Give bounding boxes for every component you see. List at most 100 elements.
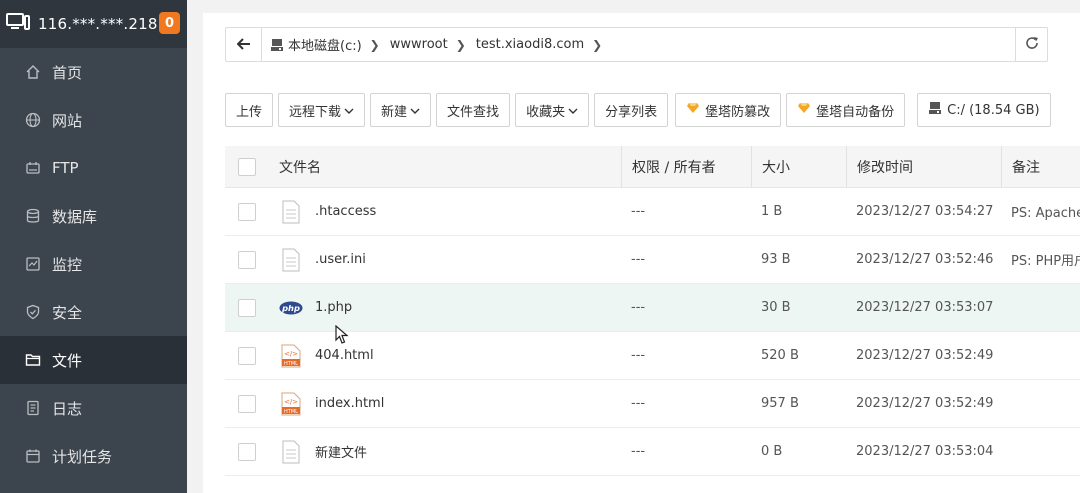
refresh-icon [1024, 35, 1040, 55]
computer-icon [6, 12, 30, 36]
file-name[interactable]: 1.php [315, 300, 352, 315]
table-row[interactable]: .htaccess --- 1 B 2023/12/27 03:54:27 PS… [225, 188, 1080, 236]
svg-text:php: php [281, 302, 300, 312]
sidebar-item-monitor[interactable]: 监控 [0, 240, 187, 288]
chevron-down-icon [344, 103, 354, 118]
sidebar-item-cron[interactable]: 计划任务 [0, 432, 187, 480]
file-name[interactable]: 新建文件 [315, 442, 367, 461]
table-header: 文件名 权限 / 所有者 大小 修改时间 备注 [225, 145, 1080, 188]
new-button[interactable]: 新建 [370, 93, 432, 127]
file-note[interactable]: PS: Apache用 [1001, 202, 1080, 221]
table-row[interactable]: .user.ini --- 93 B 2023/12/27 03:52:46 P… [225, 236, 1080, 284]
row-checkbox[interactable] [238, 442, 256, 461]
database-icon [24, 207, 42, 225]
breadcrumb-drive[interactable]: 本地磁盘(c:) [270, 35, 362, 54]
file-mtime: 2023/12/27 03:52:49 [856, 348, 994, 363]
sidebar-item-websites[interactable]: 网站 [0, 96, 187, 144]
text-file-icon [279, 247, 303, 273]
file-table: 文件名 权限 / 所有者 大小 修改时间 备注 .htaccess --- 1 … [225, 145, 1080, 476]
back-button[interactable] [226, 28, 262, 61]
monitor-icon [24, 255, 42, 273]
svg-text:HTML: HTML [284, 409, 298, 415]
file-size: 93 B [761, 252, 791, 267]
header-note: 备注 [1001, 145, 1080, 188]
file-perm[interactable]: --- [621, 444, 751, 459]
sidebar-item-database[interactable]: 数据库 [0, 192, 187, 240]
disk-button[interactable]: C:/ (18.54 GB) [917, 93, 1051, 127]
folder-icon [24, 351, 42, 369]
file-size: 0 B [761, 444, 783, 459]
table-row[interactable]: php 1.php --- 30 B 2023/12/27 03:53:07 [225, 284, 1080, 332]
sidebar-item-label: 网站 [52, 111, 83, 130]
table-row[interactable]: 新建文件 --- 0 B 2023/12/27 03:53:04 [225, 428, 1080, 476]
file-mtime: 2023/12/27 03:54:27 [856, 204, 994, 219]
chevron-right-icon: ❯ [455, 37, 466, 52]
remote-download-button[interactable]: 远程下载 [278, 93, 366, 127]
file-perm[interactable]: --- [621, 396, 751, 411]
table-row[interactable]: </> HTML 404.html --- 520 B 2023/12/27 03… [225, 332, 1080, 380]
header-mtime[interactable]: 修改时间 [846, 145, 1001, 188]
path-bar: 本地磁盘(c:) ❯ wwwroot ❯ test.xiaodi8.com ❯ [225, 27, 1048, 62]
row-checkbox[interactable] [238, 298, 256, 317]
file-perm[interactable]: --- [621, 204, 751, 219]
row-checkbox[interactable] [238, 250, 256, 269]
file-name[interactable]: .htaccess [315, 204, 376, 219]
sidebar-item-label: 安全 [52, 303, 83, 322]
header-size[interactable]: 大小 [751, 145, 846, 188]
sidebar-item-label: 首页 [52, 63, 83, 82]
row-checkbox[interactable] [238, 394, 256, 413]
file-perm[interactable]: --- [621, 348, 751, 363]
share-list-button[interactable]: 分享列表 [594, 93, 669, 127]
header-name[interactable]: 文件名 [269, 157, 621, 177]
file-size: 30 B [761, 300, 791, 315]
file-name[interactable]: index.html [315, 396, 384, 411]
table-row[interactable]: </> HTML index.html --- 957 B 2023/12/27 … [225, 380, 1080, 428]
file-name[interactable]: 404.html [315, 348, 374, 363]
breadcrumb: 本地磁盘(c:) ❯ wwwroot ❯ test.xiaodi8.com ❯ [262, 35, 1015, 54]
text-file-icon [279, 439, 303, 465]
svg-text:</>: </> [284, 350, 298, 358]
file-perm[interactable]: --- [621, 252, 751, 267]
calendar-icon [24, 447, 42, 465]
svg-text:</>: </> [284, 398, 298, 406]
html-file-icon: </> HTML [279, 343, 303, 369]
file-mtime: 2023/12/27 03:53:04 [856, 444, 994, 459]
sidebar-item-files[interactable]: 文件 [0, 336, 187, 384]
chevron-right-icon: ❯ [592, 37, 603, 52]
html-file-icon: </> HTML [279, 391, 303, 417]
file-toolbar: 上传 远程下载 新建 文件查找 收藏夹 分享列表 堡塔防篡改 堡塔自动备份 C:… [225, 93, 1056, 127]
file-perm[interactable]: --- [621, 300, 751, 315]
sidebar-item-security[interactable]: 安全 [0, 288, 187, 336]
file-mtime: 2023/12/27 03:52:46 [856, 252, 994, 267]
tamper-proof-button[interactable]: 堡塔防篡改 [675, 93, 782, 127]
header-perm[interactable]: 权限 / 所有者 [621, 145, 751, 188]
chevron-down-icon [568, 103, 578, 118]
log-icon [24, 399, 42, 417]
svg-text:HTML: HTML [284, 361, 298, 367]
sidebar-item-label: 日志 [52, 399, 83, 418]
file-mtime: 2023/12/27 03:53:07 [856, 300, 994, 315]
select-all-checkbox[interactable] [238, 157, 256, 176]
file-search-button[interactable]: 文件查找 [436, 93, 511, 127]
row-checkbox[interactable] [238, 346, 256, 365]
breadcrumb-wwwroot[interactable]: wwwroot [390, 37, 448, 52]
disk-icon [270, 38, 284, 52]
upload-button[interactable]: 上传 [225, 93, 274, 127]
auto-backup-button[interactable]: 堡塔自动备份 [786, 93, 906, 127]
sidebar-item-logs[interactable]: 日志 [0, 384, 187, 432]
php-file-icon: php [279, 295, 303, 321]
chevron-down-icon [410, 103, 420, 118]
sidebar-item-home[interactable]: 首页 [0, 48, 187, 96]
breadcrumb-site[interactable]: test.xiaodi8.com [476, 37, 584, 52]
file-note[interactable]: PS: PHP用户 [1001, 250, 1080, 269]
arrow-left-icon [236, 35, 251, 54]
file-name[interactable]: .user.ini [315, 252, 366, 267]
favorites-button[interactable]: 收藏夹 [515, 93, 590, 127]
sidebar-item-label: 数据库 [52, 207, 98, 226]
refresh-button[interactable] [1015, 28, 1047, 61]
notification-badge[interactable]: 0 [159, 12, 180, 34]
sidebar-item-ftp[interactable]: FTP [0, 144, 187, 192]
file-size: 957 B [761, 396, 799, 411]
row-checkbox[interactable] [238, 202, 256, 221]
sidebar-item-label: 计划任务 [52, 447, 113, 466]
